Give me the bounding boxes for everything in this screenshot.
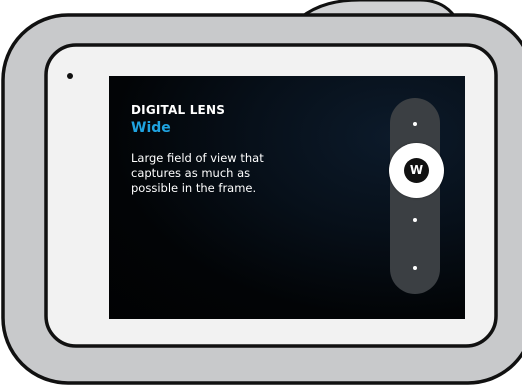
lens-selected-knob[interactable]: W — [389, 143, 444, 198]
camera-body: DIGITAL LENS Wide Large field of view th… — [0, 0, 522, 386]
lens-option-dot[interactable] — [413, 218, 417, 222]
lens-option-dot[interactable] — [413, 266, 417, 270]
lens-description-line: possible in the frame. — [131, 181, 257, 195]
sensor-dot-icon — [67, 73, 73, 79]
lens-description-line: Large field of view that — [131, 151, 264, 165]
lens-description-line: captures as much as — [131, 166, 251, 180]
lens-option-dot[interactable] — [413, 122, 417, 126]
lens-badge-w: W — [404, 158, 429, 183]
lens-description: Large field of view that captures as muc… — [131, 151, 301, 196]
lens-setting-title: DIGITAL LENS — [131, 103, 226, 117]
lens-selected-value: Wide — [131, 120, 171, 136]
